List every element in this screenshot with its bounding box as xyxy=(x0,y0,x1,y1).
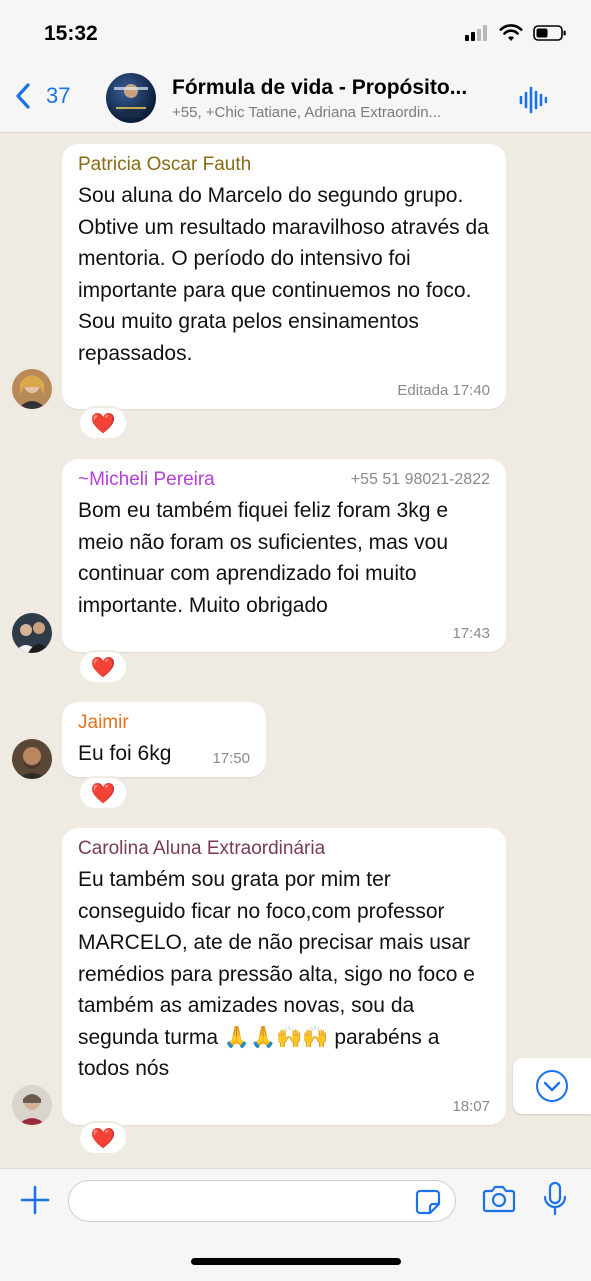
message-bubble[interactable]: Jaimir Eu foi 6kg 17:50 xyxy=(62,702,266,777)
wifi-icon xyxy=(499,24,523,41)
message-time: 18:07 xyxy=(452,1098,490,1115)
message-text: Bom eu também fiquei feliz foram 3kg e m… xyxy=(78,499,449,617)
back-button[interactable]: 37 xyxy=(14,82,70,110)
signal-icon xyxy=(465,25,487,41)
microphone-icon[interactable] xyxy=(542,1181,568,1217)
plus-icon[interactable] xyxy=(18,1183,52,1217)
reaction-badge[interactable]: ❤️ xyxy=(78,406,128,440)
chat-header: 37 Fórmula de vida - Propósito... +55, +… xyxy=(0,66,591,133)
sender-avatar-image xyxy=(12,369,52,409)
sender-avatar-image xyxy=(12,1085,52,1125)
chevron-down-icon xyxy=(536,1070,568,1102)
status-time: 15:32 xyxy=(44,22,98,45)
status-icons xyxy=(465,24,567,42)
message-text: Sou aluna do Marcelo do segundo grupo. O… xyxy=(78,184,489,365)
sender-avatar-image xyxy=(12,739,52,779)
chevron-left-icon xyxy=(16,83,30,109)
message-input[interactable] xyxy=(83,1181,407,1221)
sender-avatar[interactable] xyxy=(12,1085,52,1125)
unread-count: 37 xyxy=(46,83,71,108)
group-avatar[interactable] xyxy=(106,73,156,123)
message-sender[interactable]: Patricia Oscar Fauth xyxy=(78,154,490,176)
message-bubble[interactable]: ~Micheli Pereira +55 51 98021-2822 Bom e… xyxy=(62,459,506,652)
home-indicator[interactable] xyxy=(191,1258,401,1265)
sender-avatar[interactable] xyxy=(12,369,52,409)
reaction-badge[interactable]: ❤️ xyxy=(78,776,128,810)
camera-icon[interactable] xyxy=(482,1184,516,1214)
chat-participants[interactable]: +55, +Chic Tatiane, Adriana Extraordin..… xyxy=(172,104,502,121)
status-bar: 15:32 xyxy=(0,0,591,66)
message-time: Editada 17:40 xyxy=(397,382,490,399)
message-sender[interactable]: Carolina Aluna Extraordinária xyxy=(78,838,490,860)
message-text: Eu também sou grata por mim ter consegui… xyxy=(78,868,475,1080)
group-avatar-image xyxy=(114,84,148,117)
sticker-icon[interactable] xyxy=(415,1189,441,1215)
chat-title[interactable]: Fórmula de vida - Propósito... xyxy=(172,76,502,100)
message-time: 17:50 xyxy=(212,750,250,767)
reaction-badge[interactable]: ❤️ xyxy=(78,650,128,684)
chat-area[interactable]: Patricia Oscar Fauth Sou aluna do Marcel… xyxy=(0,133,591,1168)
reaction-badge[interactable]: ❤️ xyxy=(78,1121,128,1155)
scroll-to-bottom-button[interactable] xyxy=(513,1058,591,1114)
message-bubble[interactable]: Carolina Aluna Extraordinária Eu também … xyxy=(62,828,506,1125)
sender-avatar[interactable] xyxy=(12,613,52,653)
message-bubble[interactable]: Patricia Oscar Fauth Sou aluna do Marcel… xyxy=(62,144,506,409)
sender-avatar[interactable] xyxy=(12,739,52,779)
message-sender[interactable]: Jaimir xyxy=(78,712,250,734)
waveform-icon[interactable] xyxy=(519,86,547,114)
sender-phone: +55 51 98021-2822 xyxy=(350,471,490,488)
sender-avatar-image xyxy=(12,613,52,653)
message-time: 17:43 xyxy=(452,625,490,642)
battery-icon xyxy=(533,25,566,41)
message-input-container[interactable] xyxy=(68,1180,456,1222)
